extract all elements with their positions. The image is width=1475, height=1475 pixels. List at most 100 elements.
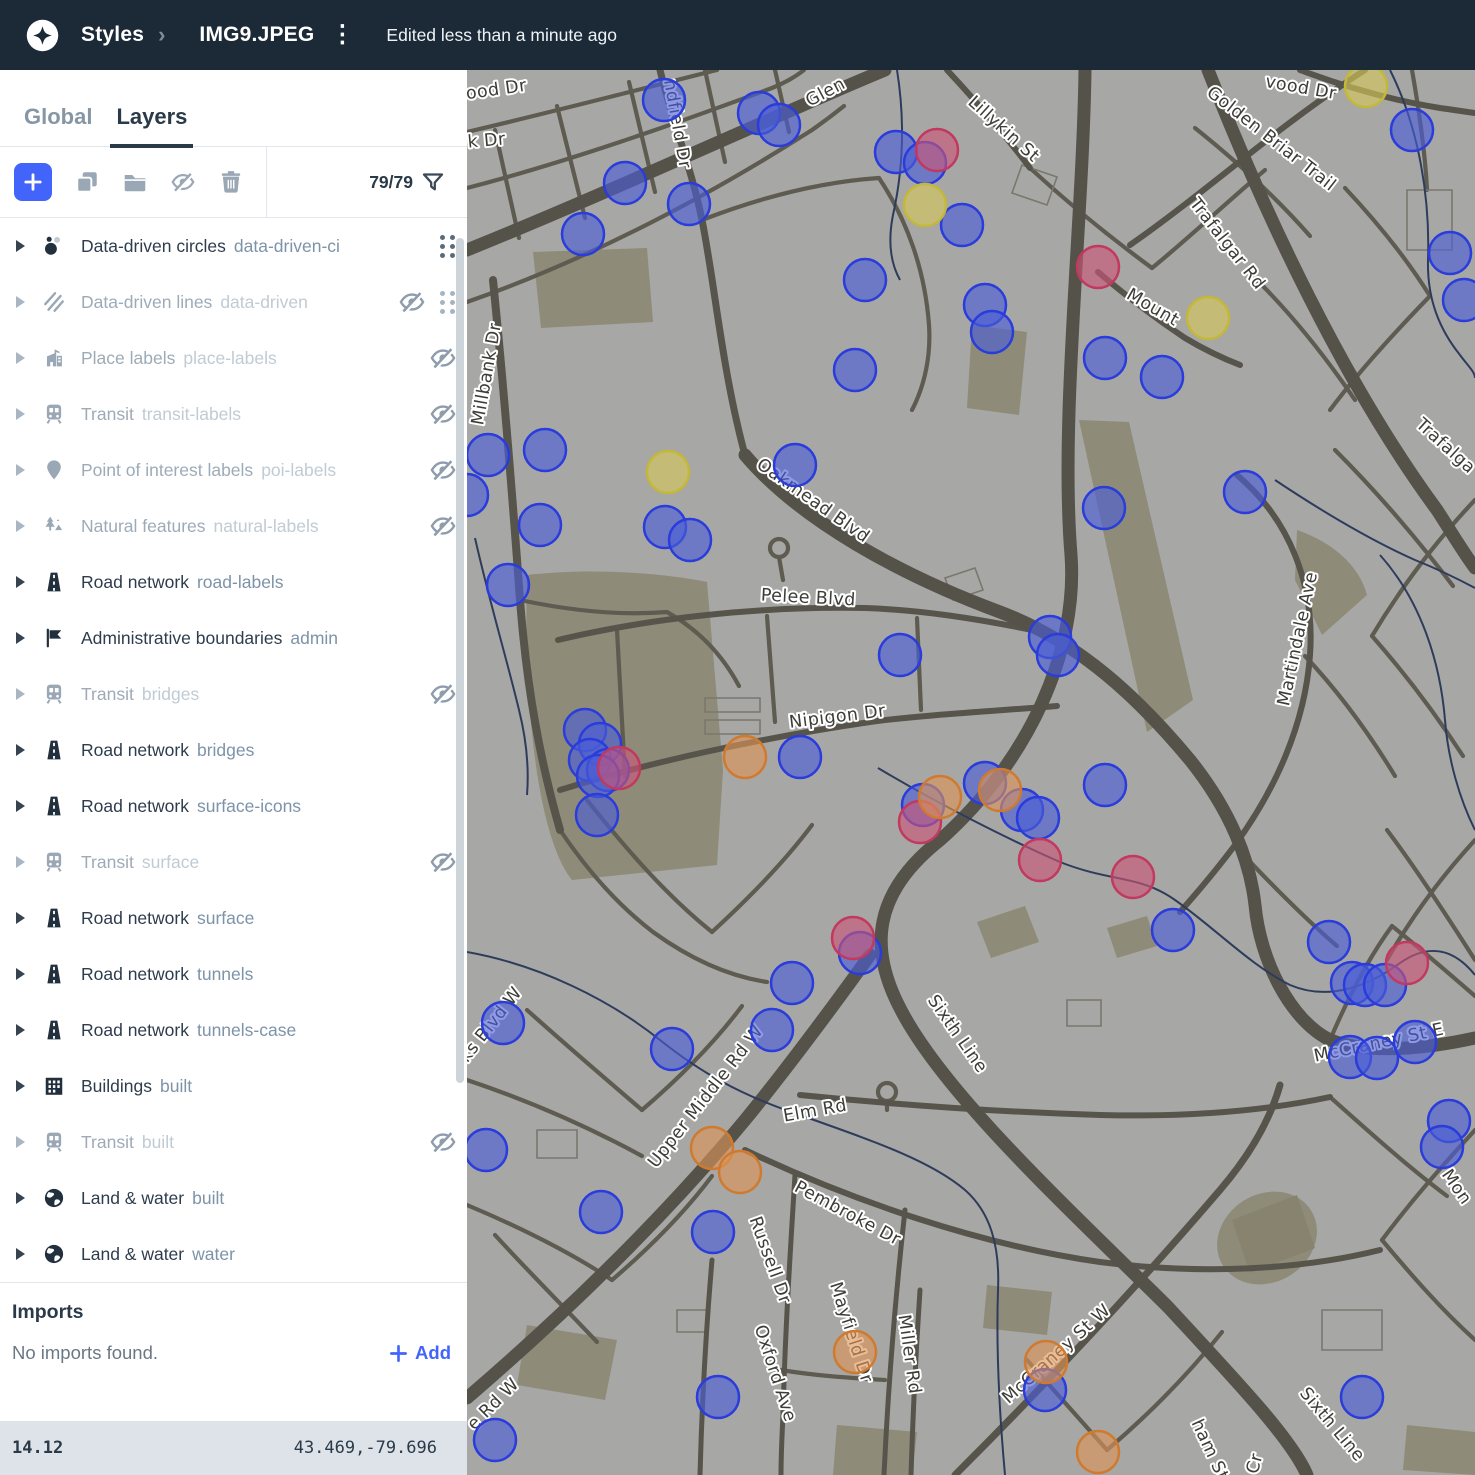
drag-handle[interactable] [440, 235, 455, 258]
data-point-circle[interactable] [879, 634, 921, 676]
eye-off-icon[interactable] [429, 680, 457, 708]
data-point-circle[interactable] [941, 204, 983, 246]
map-canvas[interactable]: ood Drk Drndfield DrGlenLillykin Stvood … [467, 70, 1475, 1475]
data-point-circle[interactable] [979, 769, 1021, 811]
data-point-circle[interactable] [598, 747, 640, 789]
data-point-circle[interactable] [1112, 856, 1154, 898]
data-point-circle[interactable] [1025, 1341, 1067, 1383]
data-point-circle[interactable] [1077, 1431, 1119, 1473]
data-point-circle[interactable] [1224, 471, 1266, 513]
data-point-circle[interactable] [771, 962, 813, 1004]
layer-expand-caret-icon[interactable] [16, 968, 25, 980]
data-point-circle[interactable] [719, 1151, 761, 1193]
data-point-circle[interactable] [647, 451, 689, 493]
layer-expand-caret-icon[interactable] [16, 688, 25, 700]
data-point-circle[interactable] [668, 183, 710, 225]
eye-off-icon[interactable] [429, 1128, 457, 1156]
data-point-circle[interactable] [562, 213, 604, 255]
sidebar-scrollbar[interactable] [456, 238, 464, 1083]
data-point-circle[interactable] [1345, 70, 1387, 107]
data-point-circle[interactable] [519, 504, 561, 546]
layer-expand-caret-icon[interactable] [16, 576, 25, 588]
data-point-circle[interactable] [474, 1419, 516, 1461]
eye-off-icon[interactable] [429, 344, 457, 372]
data-point-circle[interactable] [904, 184, 946, 226]
layer-expand-caret-icon[interactable] [16, 800, 25, 812]
layer-expand-caret-icon[interactable] [16, 856, 25, 868]
layer-expand-caret-icon[interactable] [16, 1248, 25, 1260]
layer-row-poi-labels[interactable]: Point of interest labelspoi-labels [0, 442, 467, 498]
data-point-circle[interactable] [482, 1002, 524, 1044]
duplicate-layer-icon[interactable] [74, 169, 100, 195]
layer-expand-caret-icon[interactable] [16, 408, 25, 420]
layer-expand-caret-icon[interactable] [16, 352, 25, 364]
filter-layers-icon[interactable] [421, 170, 445, 194]
layer-row-data-driven[interactable]: Data-driven linesdata-driven [0, 274, 467, 330]
data-point-circle[interactable] [834, 349, 876, 391]
layer-row-transit-labels[interactable]: Transittransit-labels [0, 386, 467, 442]
data-point-circle[interactable] [487, 564, 529, 606]
data-point-circle[interactable] [919, 776, 961, 818]
layer-row-built[interactable]: Buildingsbuilt [0, 1058, 467, 1114]
add-import-button[interactable]: Add [389, 1342, 451, 1364]
layer-row-surface[interactable]: Road networksurface [0, 890, 467, 946]
layer-expand-caret-icon[interactable] [16, 1192, 25, 1204]
data-point-circle[interactable] [774, 444, 816, 486]
data-point-circle[interactable] [524, 429, 566, 471]
data-point-circle[interactable] [834, 1331, 876, 1373]
data-point-circle[interactable] [758, 104, 800, 146]
layer-row-surface[interactable]: Transitsurface [0, 834, 467, 890]
data-point-circle[interactable] [1037, 634, 1079, 676]
eye-off-icon[interactable] [429, 456, 457, 484]
data-point-circle[interactable] [669, 519, 711, 561]
layer-row-surface-icons[interactable]: Road networksurface-icons [0, 778, 467, 834]
data-point-circle[interactable] [1187, 297, 1229, 339]
data-point-circle[interactable] [916, 129, 958, 171]
data-point-circle[interactable] [604, 162, 646, 204]
group-layers-folder-icon[interactable] [122, 169, 148, 195]
layer-row-road-labels[interactable]: Road networkroad-labels [0, 554, 467, 610]
data-point-circle[interactable] [1084, 764, 1126, 806]
data-point-circle[interactable] [1341, 1376, 1383, 1418]
data-point-circle[interactable] [1421, 1126, 1463, 1168]
layer-expand-caret-icon[interactable] [16, 1080, 25, 1092]
data-point-circle[interactable] [751, 1009, 793, 1051]
layer-row-tunnels[interactable]: Road networktunnels [0, 946, 467, 1002]
breadcrumb-styles[interactable]: Styles [81, 23, 144, 47]
layer-row-bridges[interactable]: Transitbridges [0, 666, 467, 722]
data-point-circle[interactable] [1429, 232, 1471, 274]
add-layer-button[interactable] [14, 163, 52, 201]
layer-row-data-driven-ci[interactable]: Data-driven circlesdata-driven-ci [0, 218, 467, 274]
data-point-circle[interactable] [1308, 921, 1350, 963]
data-point-circle[interactable] [1019, 839, 1061, 881]
toggle-visibility-eye-off-icon[interactable] [170, 169, 196, 195]
data-point-circle[interactable] [1443, 279, 1475, 321]
layer-row-admin[interactable]: Administrative boundariesadmin [0, 610, 467, 666]
eye-off-icon[interactable] [429, 400, 457, 428]
layer-expand-caret-icon[interactable] [16, 1136, 25, 1148]
data-point-circle[interactable] [697, 1376, 739, 1418]
data-point-circle[interactable] [692, 1211, 734, 1253]
data-point-circle[interactable] [1394, 1021, 1436, 1063]
data-point-circle[interactable] [1077, 246, 1119, 288]
eye-off-icon[interactable] [398, 288, 426, 316]
layer-row-tunnels-case[interactable]: Road networktunnels-case [0, 1002, 467, 1058]
layer-row-built[interactable]: Land & waterbuilt [0, 1170, 467, 1226]
delete-layer-trash-icon[interactable] [218, 169, 244, 195]
layer-row-place-labels[interactable]: Place labelsplace-labels [0, 330, 467, 386]
layer-expand-caret-icon[interactable] [16, 296, 25, 308]
layer-expand-caret-icon[interactable] [16, 912, 25, 924]
data-point-circle[interactable] [1083, 487, 1125, 529]
layer-row-water[interactable]: Land & waterwater [0, 1226, 467, 1282]
data-point-circle[interactable] [467, 434, 509, 476]
data-point-circle[interactable] [1141, 356, 1183, 398]
data-point-circle[interactable] [724, 736, 766, 778]
data-point-circle[interactable] [971, 311, 1013, 353]
data-point-circle[interactable] [1356, 1037, 1398, 1079]
map-svg[interactable]: ood Drk Drndfield DrGlenLillykin Stvood … [467, 70, 1475, 1475]
tab-layers[interactable]: Layers [104, 104, 199, 146]
layer-expand-caret-icon[interactable] [16, 1024, 25, 1036]
data-point-circle[interactable] [779, 736, 821, 778]
data-point-circle[interactable] [580, 1191, 622, 1233]
data-point-circle[interactable] [576, 794, 618, 836]
